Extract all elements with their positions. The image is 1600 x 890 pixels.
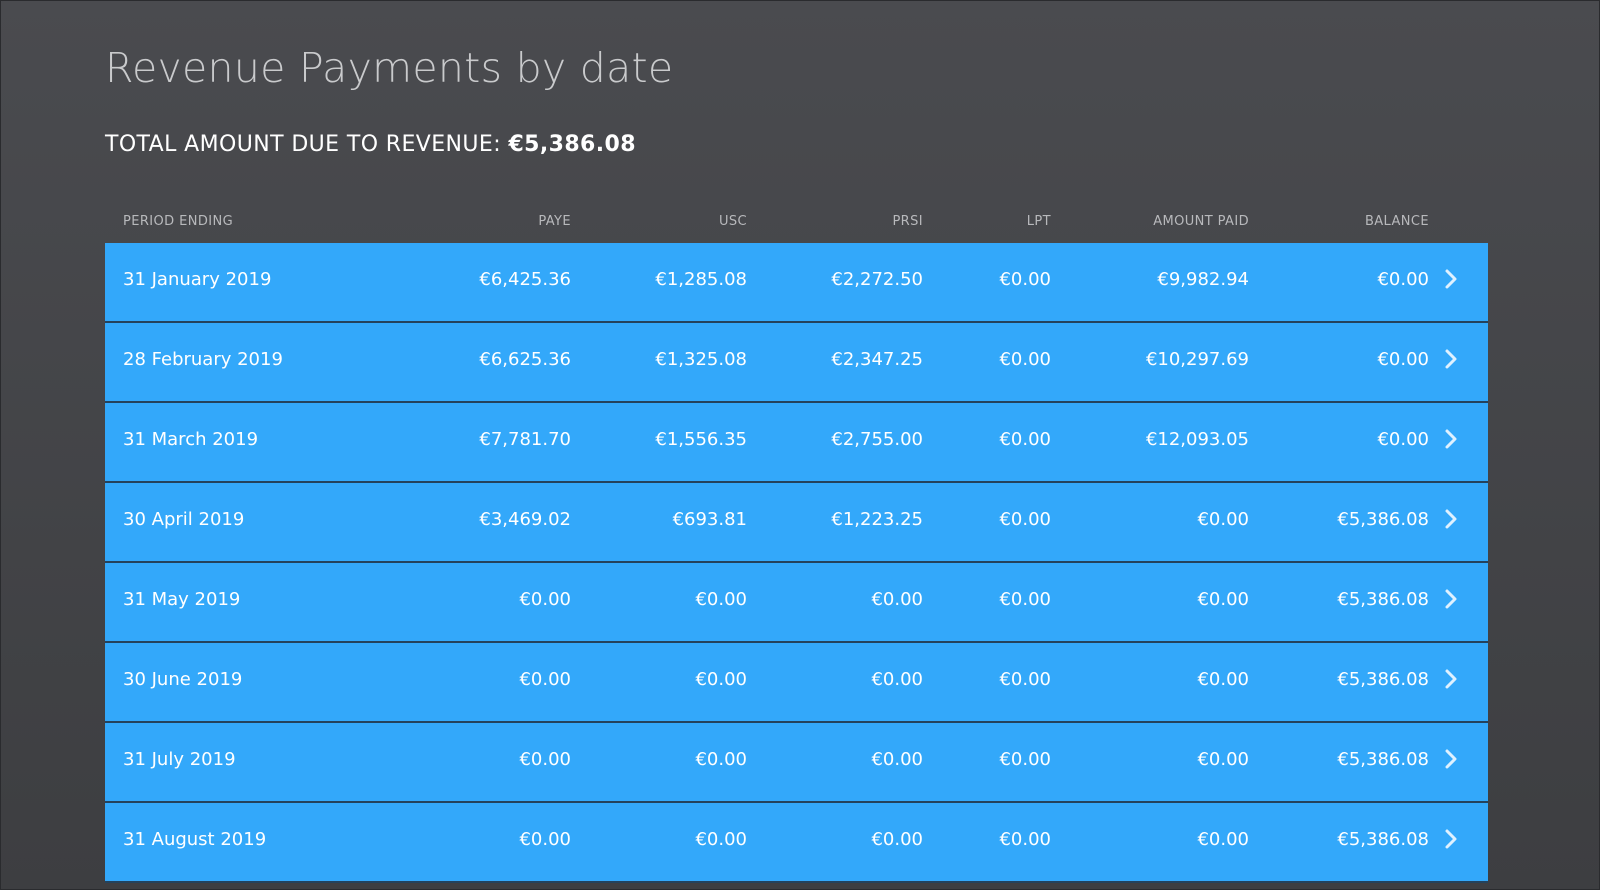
chevron-right-icon[interactable] — [1442, 800, 1460, 878]
balance-cell: €5,386.08 — [1337, 668, 1429, 690]
table-row[interactable]: 31 January 2019 €6,425.36 €1,285.08 €2,2… — [105, 243, 1488, 323]
amount-paid-cell: €9,982.94 — [1157, 268, 1249, 290]
prsi-cell: €0.00 — [871, 588, 923, 610]
usc-cell: €0.00 — [695, 668, 747, 690]
balance-cell: €0.00 — [1377, 268, 1429, 290]
table-row[interactable]: 31 March 2019 €7,781.70 €1,556.35 €2,755… — [105, 403, 1488, 483]
prsi-cell: €2,755.00 — [831, 428, 923, 450]
column-header-period-ending: PERIOD ENDING — [123, 214, 234, 229]
column-header-lpt: LPT — [1026, 214, 1051, 229]
lpt-cell: €0.00 — [999, 428, 1051, 450]
period-ending-cell: 30 June 2019 — [123, 668, 243, 690]
column-header-balance: BALANCE — [1364, 214, 1429, 229]
period-ending-cell: 31 August 2019 — [123, 828, 267, 850]
lpt-cell: €0.00 — [999, 668, 1051, 690]
balance-cell: €0.00 — [1377, 428, 1429, 450]
chevron-right-icon[interactable] — [1442, 480, 1460, 558]
usc-cell: €1,285.08 — [655, 268, 747, 290]
amount-paid-cell: €12,093.05 — [1145, 428, 1249, 450]
chevron-right-icon[interactable] — [1442, 240, 1460, 318]
table-row[interactable]: 30 April 2019 €3,469.02 €693.81 €1,223.2… — [105, 483, 1488, 563]
paye-cell: €7,781.70 — [479, 428, 571, 450]
amount-paid-cell: €0.00 — [1197, 588, 1249, 610]
usc-cell: €0.00 — [695, 588, 747, 610]
total-due-label: TOTAL AMOUNT DUE TO REVENUE: — [105, 132, 502, 157]
paye-cell: €0.00 — [519, 588, 571, 610]
period-ending-cell: 31 May 2019 — [123, 588, 241, 610]
chevron-right-icon[interactable] — [1442, 400, 1460, 478]
usc-cell: €693.81 — [672, 508, 747, 530]
prsi-cell: €1,223.25 — [831, 508, 923, 530]
paye-cell: €6,425.36 — [479, 268, 571, 290]
amount-paid-cell: €10,297.69 — [1145, 348, 1249, 370]
table-body: 31 January 2019 €6,425.36 €1,285.08 €2,2… — [105, 243, 1488, 883]
balance-cell: €5,386.08 — [1337, 588, 1429, 610]
amount-paid-cell: €0.00 — [1197, 828, 1249, 850]
paye-cell: €3,469.02 — [479, 508, 571, 530]
paye-cell: €6,625.36 — [479, 348, 571, 370]
paye-cell: €0.00 — [519, 828, 571, 850]
balance-cell: €5,386.08 — [1337, 508, 1429, 530]
period-ending-cell: 31 January 2019 — [123, 268, 272, 290]
chevron-right-icon[interactable] — [1442, 560, 1460, 638]
prsi-cell: €0.00 — [871, 828, 923, 850]
amount-paid-cell: €0.00 — [1197, 668, 1249, 690]
period-ending-cell: 31 July 2019 — [123, 748, 236, 770]
payments-table: PERIOD ENDING PAYE USC PRSI LPT AMOUNT P… — [105, 200, 1488, 883]
amount-paid-cell: €0.00 — [1197, 508, 1249, 530]
prsi-cell: €0.00 — [871, 748, 923, 770]
lpt-cell: €0.00 — [999, 588, 1051, 610]
table-row[interactable]: 31 July 2019 €0.00 €0.00 €0.00 €0.00 €0.… — [105, 723, 1488, 803]
table-header: PERIOD ENDING PAYE USC PRSI LPT AMOUNT P… — [105, 200, 1488, 243]
chevron-right-icon[interactable] — [1442, 640, 1460, 718]
chevron-right-icon[interactable] — [1442, 320, 1460, 398]
table-row[interactable]: 31 August 2019 €0.00 €0.00 €0.00 €0.00 €… — [105, 803, 1488, 883]
column-header-amount-paid: AMOUNT PAID — [1153, 214, 1249, 229]
usc-cell: €0.00 — [695, 828, 747, 850]
amount-paid-cell: €0.00 — [1197, 748, 1249, 770]
balance-cell: €5,386.08 — [1337, 828, 1429, 850]
table-row[interactable]: 28 February 2019 €6,625.36 €1,325.08 €2,… — [105, 323, 1488, 403]
prsi-cell: €0.00 — [871, 668, 923, 690]
lpt-cell: €0.00 — [999, 828, 1051, 850]
total-due-amount: €5,386.08 — [508, 132, 636, 157]
chevron-right-icon[interactable] — [1442, 720, 1460, 798]
paye-cell: €0.00 — [519, 748, 571, 770]
page-title: Revenue Payments by date — [105, 44, 674, 92]
period-ending-cell: 31 March 2019 — [123, 428, 259, 450]
table-row[interactable]: 31 May 2019 €0.00 €0.00 €0.00 €0.00 €0.0… — [105, 563, 1488, 643]
lpt-cell: €0.00 — [999, 348, 1051, 370]
usc-cell: €1,325.08 — [655, 348, 747, 370]
balance-cell: €0.00 — [1377, 348, 1429, 370]
prsi-cell: €2,347.25 — [831, 348, 923, 370]
column-header-prsi: PRSI — [892, 214, 923, 229]
usc-cell: €0.00 — [695, 748, 747, 770]
prsi-cell: €2,272.50 — [831, 268, 923, 290]
paye-cell: €0.00 — [519, 668, 571, 690]
period-ending-cell: 28 February 2019 — [123, 348, 283, 370]
lpt-cell: €0.00 — [999, 508, 1051, 530]
table-row[interactable]: 30 June 2019 €0.00 €0.00 €0.00 €0.00 €0.… — [105, 643, 1488, 723]
lpt-cell: €0.00 — [999, 268, 1051, 290]
balance-cell: €5,386.08 — [1337, 748, 1429, 770]
period-ending-cell: 30 April 2019 — [123, 508, 245, 530]
usc-cell: €1,556.35 — [655, 428, 747, 450]
column-header-paye: PAYE — [538, 214, 571, 229]
total-due: TOTAL AMOUNT DUE TO REVENUE: €5,386.08 — [105, 132, 636, 157]
lpt-cell: €0.00 — [999, 748, 1051, 770]
column-header-usc: USC — [718, 214, 747, 229]
